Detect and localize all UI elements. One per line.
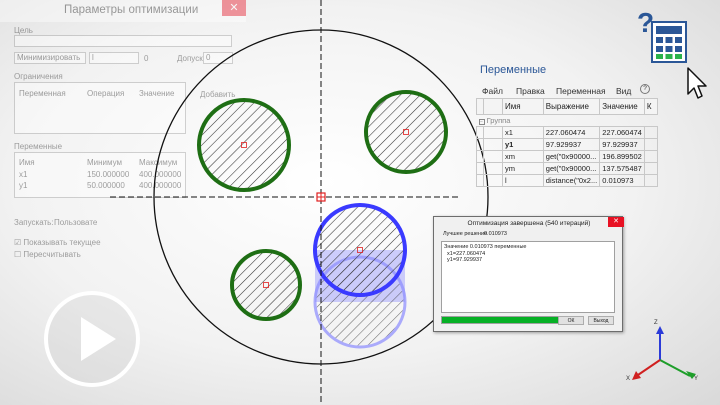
row-spacer (475, 162, 485, 175)
close-button[interactable]: ✕ (608, 217, 624, 227)
row-spacer (483, 162, 503, 175)
table-row[interactable]: xm get("0x90000... 196.899502 (475, 150, 659, 163)
var-value: 97.929937 (599, 138, 645, 151)
calculator-help-icon[interactable]: ? (628, 2, 720, 102)
menu-file[interactable]: Файл (482, 86, 503, 96)
group-cell: − Группа (477, 115, 658, 127)
menu-variable[interactable]: Переменная (556, 86, 606, 96)
row-spacer (483, 126, 503, 139)
calculator-help-graphic: ? (637, 7, 707, 99)
var-expression[interactable]: 97.929937 (542, 138, 601, 151)
group-row[interactable]: − Группа (477, 115, 658, 127)
var-expression[interactable]: get("0x90000... (542, 162, 601, 175)
log-line: y1=97.929937 (444, 257, 483, 263)
table-row[interactable]: x1 227.060474 227.060474 (475, 126, 659, 139)
collapse-icon[interactable]: − (478, 119, 485, 125)
green-circle-top-right (364, 90, 448, 174)
menu-edit[interactable]: Правка (516, 86, 545, 96)
best-solution-label: Лучшее решение (443, 231, 488, 237)
row-spacer (483, 150, 503, 163)
row-spacer (643, 174, 659, 187)
table-row[interactable]: ym get("0x90000... 137.575487 (475, 162, 659, 175)
var-name: l (501, 174, 544, 187)
dialog-title: Оптимизация завершена (540 итераций) (467, 220, 591, 227)
cursor-arrow-icon (687, 67, 707, 99)
table-row[interactable]: y1 97.929937 97.929937 (475, 138, 659, 151)
variables-panel-title: Переменные (480, 64, 547, 76)
optimization-complete-dialog: Оптимизация завершена (540 итераций) ✕ Л… (433, 216, 624, 332)
result-log[interactable]: Значение 0.010973 переменные x1=227.0604… (441, 241, 615, 313)
axis-triad-icon (632, 326, 696, 380)
header-expression[interactable]: Выражение (542, 98, 601, 115)
var-value: 0.010973 (599, 174, 645, 187)
best-solution-value: 0.010973 (484, 231, 507, 237)
row-spacer (643, 138, 659, 151)
row-spacer (643, 162, 659, 175)
progress-bar (441, 316, 561, 324)
row-spacer (643, 126, 659, 139)
row-spacer (475, 126, 485, 139)
axis-z-label: Z (654, 320, 658, 326)
var-name: xm (501, 150, 544, 163)
exit-button[interactable]: Выход (588, 316, 614, 325)
play-button[interactable] (44, 291, 140, 387)
axis-x-label: X (626, 376, 631, 382)
axis-y-label: Y (694, 376, 699, 382)
row-spacer (643, 150, 659, 163)
var-expression[interactable]: distance("0x2... (542, 174, 601, 187)
var-value: 227.060474 (599, 126, 645, 139)
var-name: ym (501, 162, 544, 175)
var-value: 137.575487 (599, 162, 645, 175)
center-marker (316, 192, 326, 202)
play-icon (81, 317, 116, 361)
row-spacer (475, 174, 485, 187)
var-name: x1 (501, 126, 544, 139)
green-circle-top-left (197, 98, 291, 192)
var-expression[interactable]: get("0x90000... (542, 150, 601, 163)
variables-table: Имя Выражение Значение К − Группа x1 227.… (475, 98, 659, 187)
row-spacer (483, 138, 503, 151)
var-value: 196.899502 (599, 150, 645, 163)
var-name: y1 (501, 138, 544, 151)
var-expression[interactable]: 227.060474 (542, 126, 601, 139)
header-spacer (483, 98, 503, 115)
group-label: Группа (486, 116, 511, 125)
header-spacer (475, 98, 485, 115)
table-row[interactable]: l distance("0x2... 0.010973 (475, 174, 659, 187)
row-spacer (475, 138, 485, 151)
ok-button[interactable]: ОК (558, 316, 584, 325)
row-spacer (475, 150, 485, 163)
blue-cylinder (313, 203, 407, 349)
progress-fill (442, 317, 560, 323)
header-name[interactable]: Имя (501, 98, 544, 115)
green-circle-bottom-left (230, 249, 302, 321)
row-spacer (483, 174, 503, 187)
